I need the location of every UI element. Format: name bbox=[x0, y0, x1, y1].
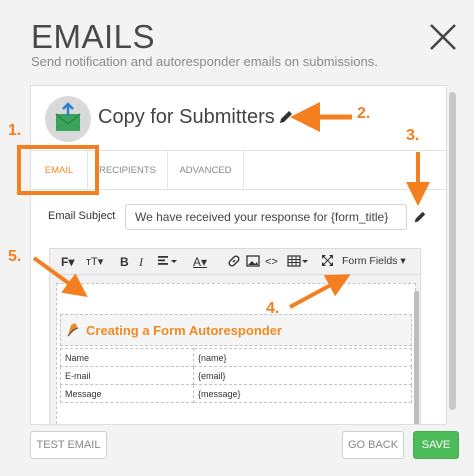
link-icon[interactable] bbox=[227, 254, 241, 270]
font-size-icon[interactable]: тT▾ bbox=[86, 254, 103, 270]
email-heading-row: Creating a Form Autoresponder bbox=[60, 314, 412, 346]
logo-icon bbox=[67, 323, 79, 337]
table-cell-label: Name bbox=[60, 348, 194, 367]
form-fields-label: Form Fields bbox=[342, 255, 398, 267]
annotation-number-3: 3. bbox=[406, 127, 420, 144]
email-fields-table: Name {name} E-mail {email} Message {mess… bbox=[60, 348, 412, 403]
panel-scrollbar-thumb[interactable] bbox=[449, 92, 456, 410]
fullscreen-icon[interactable] bbox=[321, 254, 334, 270]
table-cell-value: {email} bbox=[193, 366, 412, 385]
tab-recipients[interactable]: RECIPIENTS bbox=[88, 151, 168, 190]
modal-title: EMAILS bbox=[31, 18, 156, 55]
text-color-icon[interactable]: A▾ bbox=[193, 254, 207, 270]
code-icon[interactable]: <> bbox=[265, 254, 278, 270]
go-back-button[interactable]: GO BACK bbox=[342, 431, 404, 459]
table-icon[interactable] bbox=[287, 254, 309, 270]
email-subject-input[interactable]: We have received your response for {form… bbox=[125, 204, 407, 230]
editor-scrollbar[interactable] bbox=[414, 291, 419, 424]
image-icon[interactable] bbox=[246, 254, 260, 270]
table-cell-value: {name} bbox=[193, 348, 412, 367]
editor-body[interactable]: Creating a Form Autoresponder Name {name… bbox=[56, 283, 416, 424]
align-icon[interactable] bbox=[158, 254, 178, 270]
pencil-icon[interactable] bbox=[413, 210, 427, 224]
annotation-highlight-box bbox=[17, 145, 99, 195]
email-form-icon bbox=[45, 96, 91, 142]
table-cell-label: Message bbox=[60, 384, 194, 403]
annotation-number-2: 2. bbox=[357, 105, 371, 122]
close-icon[interactable] bbox=[428, 22, 458, 52]
table-row: Message {message} bbox=[60, 384, 412, 403]
editor-toolbar: F▾ тT▾ B I A▾ <> Form Fields ▾ bbox=[50, 249, 420, 275]
italic-icon[interactable]: I bbox=[139, 254, 143, 270]
email-panel: Copy for Submitters EMAIL RECIPIENTS ADV… bbox=[30, 85, 447, 425]
table-cell-value: {message} bbox=[193, 384, 412, 403]
form-fields-dropdown[interactable]: Form Fields ▾ bbox=[342, 255, 406, 267]
pencil-icon[interactable] bbox=[278, 109, 294, 125]
tab-advanced[interactable]: ADVANCED bbox=[168, 151, 244, 190]
email-heading: Creating a Form Autoresponder bbox=[86, 323, 282, 338]
annotation-number-5: 5. bbox=[8, 248, 22, 265]
table-row: Name {name} bbox=[60, 348, 412, 367]
table-row: E-mail {email} bbox=[60, 366, 412, 385]
email-subject-label: Email Subject bbox=[48, 210, 116, 222]
annotation-number-1: 1. bbox=[8, 122, 22, 139]
form-name: Copy for Submitters bbox=[98, 106, 275, 128]
font-family-icon[interactable]: F▾ bbox=[61, 254, 74, 270]
test-email-button[interactable]: TEST EMAIL bbox=[30, 431, 107, 459]
annotation-number-4: 4. bbox=[266, 300, 280, 317]
modal-subtitle: Send notification and autoresponder emai… bbox=[31, 54, 378, 69]
table-cell-label: E-mail bbox=[60, 366, 194, 385]
save-button[interactable]: SAVE bbox=[413, 431, 459, 459]
bold-icon[interactable]: B bbox=[120, 254, 129, 270]
email-editor: F▾ тT▾ B I A▾ <> Form Fields ▾ Creating … bbox=[49, 248, 421, 424]
